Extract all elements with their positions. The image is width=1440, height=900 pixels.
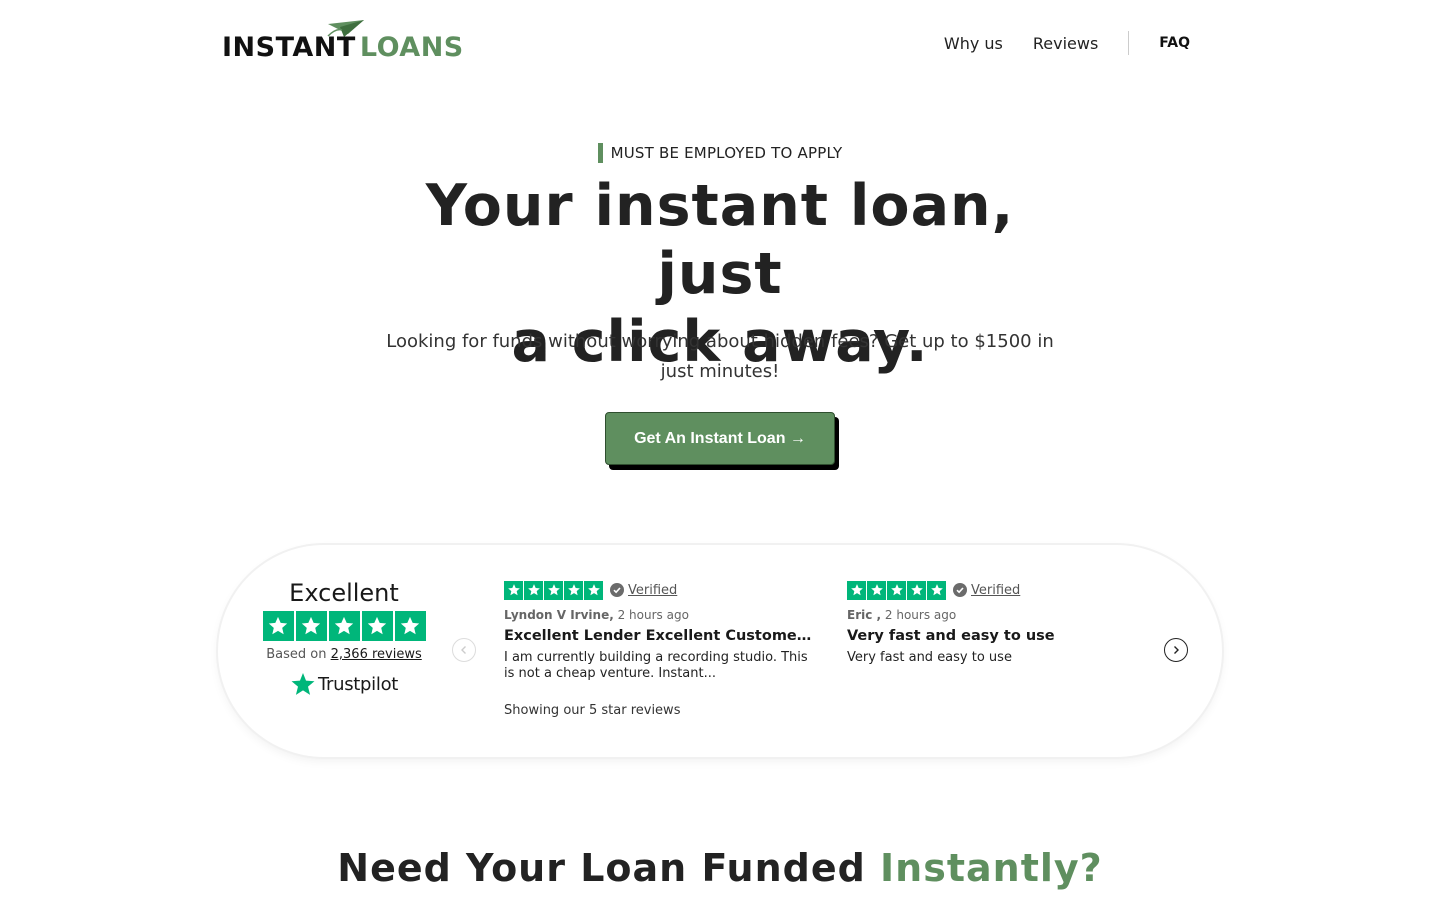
review-body: Very fast and easy to use: [847, 650, 1012, 665]
check-circle-icon: [610, 583, 624, 597]
star-icon: [544, 580, 563, 600]
star-icon: [564, 580, 583, 600]
nav-link-faq[interactable]: FAQ: [1159, 35, 1190, 51]
star-icon: [262, 611, 294, 641]
star-icon: [907, 580, 926, 600]
logo-word-instant: INSTANT: [222, 32, 356, 63]
star-icon: [847, 580, 866, 600]
nav-divider: [1128, 31, 1130, 55]
cta-wrapper: Get An Instant Loan →: [605, 412, 839, 470]
review-body: I am currently building a recording stud…: [504, 650, 808, 681]
review-author: Lyndon V Irvine,: [504, 608, 614, 622]
hero-subtitle: Looking for funds without worrying about…: [386, 331, 1054, 382]
review-title: Excellent Lender Excellent Customer Serv…: [504, 628, 814, 644]
star-icon: [927, 580, 946, 600]
carousel-next-button[interactable]: [1164, 638, 1188, 662]
star-icon: [867, 580, 886, 600]
trustpilot-logo[interactable]: Trustpilot: [262, 672, 426, 697]
rating-stars: [262, 611, 426, 641]
get-instant-loan-button[interactable]: Get An Instant Loan →: [605, 412, 835, 465]
chevron-right-icon: [1174, 646, 1179, 654]
review-time: 2 hours ago: [884, 608, 957, 622]
section-title: Need Your Loan Funded Instantly?: [0, 846, 1440, 890]
star-icon: [394, 611, 426, 641]
verified-badge[interactable]: Verified: [953, 583, 1020, 598]
nav-link-why-us[interactable]: Why us: [944, 34, 1003, 53]
showing-reviews-text: Showing our 5 star reviews: [504, 703, 681, 718]
eyebrow-accent-bar: [597, 143, 603, 163]
logo-word-loans: LOANS: [359, 32, 464, 63]
review-time: 2 hours ago: [617, 608, 689, 622]
based-on-prefix: Based on: [266, 647, 327, 662]
review-card[interactable]: Verified Eric , 2 hours ago Very fast an…: [847, 580, 1157, 666]
review-header: Verified: [847, 580, 1157, 600]
star-icon: [328, 611, 360, 641]
logo-wordmark: INSTANT LOANS: [222, 32, 464, 63]
star-icon: [584, 580, 603, 600]
trustpilot-star-icon: [291, 673, 315, 695]
review-stars: [504, 580, 603, 600]
eyebrow-text: MUST BE EMPLOYED TO APPLY: [610, 144, 843, 162]
star-icon: [887, 580, 906, 600]
rating-label: Excellent: [289, 579, 399, 607]
star-icon: [524, 580, 543, 600]
hero-title-line-1: Your instant loan, just: [425, 173, 1015, 307]
based-on-text: Based on 2,366 reviews: [262, 647, 426, 662]
site-header: INSTANT LOANS Why us Reviews FAQ: [0, 0, 1440, 86]
carousel-prev-button[interactable]: [452, 638, 476, 662]
verified-badge[interactable]: Verified: [610, 583, 677, 598]
trustpilot-wordmark: Trustpilot: [317, 674, 399, 695]
review-header: Verified: [504, 580, 814, 600]
verified-label: Verified: [628, 582, 678, 598]
review-count-link[interactable]: 2,366 reviews: [331, 647, 422, 662]
review-author-line: Eric , 2 hours ago: [847, 608, 1157, 622]
star-icon: [504, 580, 523, 600]
check-circle-icon: [953, 583, 967, 597]
review-author-line: Lyndon V Irvine, 2 hours ago: [504, 608, 814, 622]
main-nav: Why us Reviews FAQ: [944, 30, 1190, 56]
star-icon: [295, 611, 327, 641]
star-icon: [361, 611, 393, 641]
chevron-left-icon: [461, 646, 466, 654]
review-title: Very fast and easy to use: [847, 628, 1055, 644]
nav-link-reviews[interactable]: Reviews: [1033, 34, 1098, 53]
trustpilot-summary: Excellent Based on 2,366 reviews Trustpi…: [262, 578, 426, 697]
review-card[interactable]: Verified Lyndon V Irvine, 2 hours ago Ex…: [504, 580, 814, 682]
section-title-main: Need Your Loan Funded: [337, 846, 866, 890]
section-title-accent: Instantly?: [880, 846, 1103, 890]
review-author: Eric ,: [847, 608, 882, 622]
review-stars: [847, 580, 946, 600]
hero-eyebrow: MUST BE EMPLOYED TO APPLY: [0, 143, 1440, 163]
verified-label: Verified: [971, 582, 1021, 598]
instant-loans-logo[interactable]: INSTANT LOANS: [222, 18, 472, 66]
